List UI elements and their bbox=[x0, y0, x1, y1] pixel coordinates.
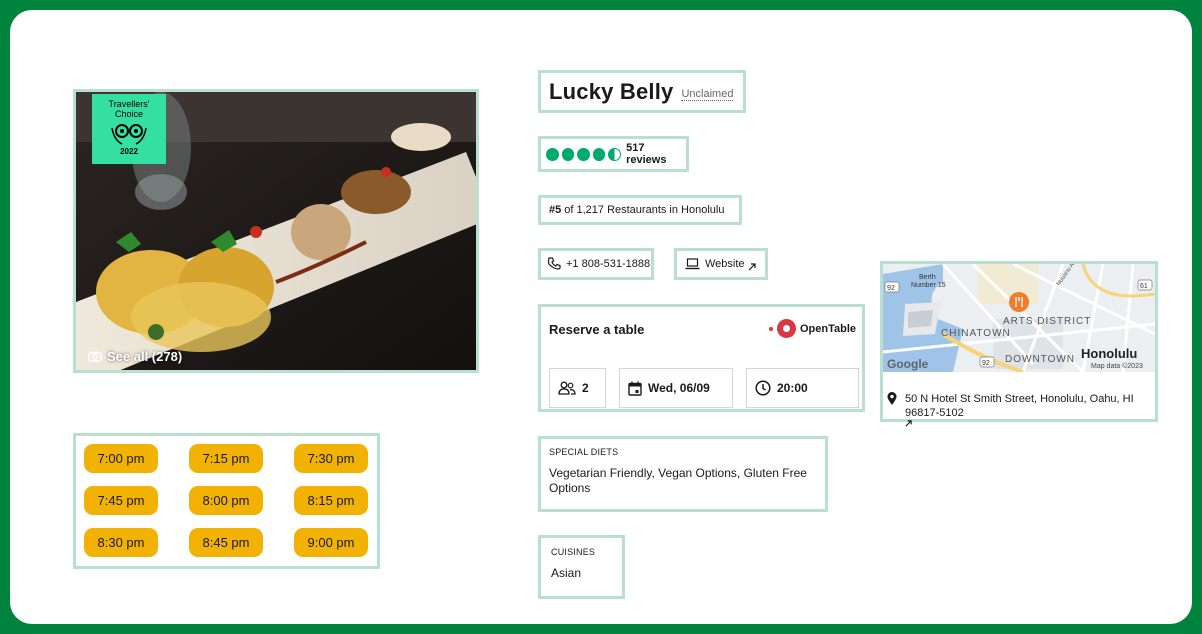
map-label-google: Google bbox=[887, 357, 929, 371]
laptop-icon bbox=[685, 258, 700, 270]
map-label-mapdata: Map data ©2023 bbox=[1091, 362, 1143, 370]
address-link[interactable]: 50 N Hotel St Smith Street, Honolulu, Oa… bbox=[887, 392, 1134, 427]
time-slot-button[interactable]: 9:00 pm bbox=[294, 528, 368, 557]
date-value: Wed, 06/09 bbox=[648, 381, 710, 395]
time-slot-button[interactable]: 7:00 pm bbox=[84, 444, 158, 473]
time-slot-button[interactable]: 7:15 pm bbox=[189, 444, 263, 473]
see-all-label: See all (278) bbox=[107, 349, 183, 364]
rating-bubble-icon bbox=[546, 147, 559, 161]
people-icon bbox=[558, 381, 576, 395]
cuisines-value: Asian bbox=[551, 566, 582, 580]
review-count: 517 reviews bbox=[626, 142, 667, 166]
party-size-selector[interactable]: 2 bbox=[549, 368, 606, 408]
camera-icon bbox=[88, 351, 102, 362]
see-all-photos-link[interactable]: See all (278) bbox=[88, 349, 182, 364]
restaurant-photo[interactable]: Travellers' Choice 2022 See all (278) bbox=[73, 89, 479, 373]
calendar-icon bbox=[628, 381, 642, 396]
external-link-icon bbox=[905, 420, 912, 427]
phone-link[interactable]: +1 808-531-1888 bbox=[538, 248, 654, 280]
time-slots-panel: 7:00 pm 7:15 pm 7:30 pm 7:45 pm 8:00 pm … bbox=[73, 433, 380, 569]
map-label-arts: ARTS DISTRICT bbox=[1003, 316, 1091, 327]
time-slot-button[interactable]: 7:30 pm bbox=[294, 444, 368, 473]
rating-bubble-icon bbox=[592, 147, 606, 161]
map-label-number: Number 15 bbox=[911, 282, 946, 289]
phone-icon bbox=[547, 257, 561, 270]
clock-icon bbox=[755, 380, 771, 396]
map-route-92-bottom: 92 bbox=[982, 360, 990, 367]
rating-half-bubble-icon bbox=[608, 147, 622, 161]
badge-line2: Choice bbox=[114, 109, 143, 119]
rank-number: #5 bbox=[549, 204, 562, 216]
ranking[interactable]: #5 of 1,217 Restaurants in Honolulu bbox=[538, 195, 742, 225]
special-diets-value: Vegetarian Friendly, Vegan Options, Glut… bbox=[549, 466, 807, 495]
reserve-title: Reserve a table bbox=[549, 322, 645, 337]
reserve-table-widget: Reserve a table OpenTable 2 Wed, 06/09 2… bbox=[538, 304, 865, 412]
rating-bubble-icon bbox=[561, 147, 575, 161]
travellers-choice-badge: Travellers' Choice 2022 bbox=[92, 94, 166, 164]
time-slot-button[interactable]: 7:45 pm bbox=[84, 486, 158, 515]
opentable-circle-icon bbox=[776, 319, 796, 338]
badge-year: 2022 bbox=[120, 147, 138, 156]
map-label-berth: Berth bbox=[919, 274, 936, 281]
special-diets-heading: SPECIAL DIETS bbox=[549, 447, 619, 457]
party-size-value: 2 bbox=[582, 381, 589, 395]
map-label-honolulu: Honolulu bbox=[1081, 346, 1137, 361]
website-link[interactable]: Website bbox=[674, 248, 768, 280]
time-value: 20:00 bbox=[777, 381, 808, 395]
map-route-61: 61 bbox=[1140, 283, 1148, 290]
time-slot-button[interactable]: 8:15 pm bbox=[294, 486, 368, 515]
claim-status-link[interactable]: Unclaimed bbox=[681, 88, 734, 101]
map-route-92-top: 92 bbox=[887, 285, 895, 292]
address-line1: 50 N Hotel St Smith Street, Honolulu, Oa… bbox=[905, 393, 1134, 405]
badge-line1: Travellers' bbox=[108, 99, 150, 109]
rating-bubble-icon bbox=[577, 147, 590, 161]
phone-number: +1 808-531-1888 bbox=[566, 258, 651, 270]
cuisines-section: CUISINES Asian bbox=[538, 535, 625, 599]
time-selector[interactable]: 20:00 bbox=[746, 368, 859, 408]
opentable-dot-icon bbox=[768, 326, 773, 331]
opentable-logo: OpenTable bbox=[768, 319, 856, 338]
time-slot-button[interactable]: 8:45 pm bbox=[189, 528, 263, 557]
cuisines-heading: CUISINES bbox=[551, 547, 596, 557]
date-selector[interactable]: Wed, 06/09 bbox=[619, 368, 733, 408]
external-link-icon bbox=[748, 262, 756, 270]
location-pin-icon bbox=[887, 392, 897, 405]
opentable-label: OpenTable bbox=[799, 322, 856, 335]
time-slot-button[interactable]: 8:30 pm bbox=[84, 528, 158, 557]
location-map[interactable]: Berth Number 15 ARTS DISTRICT CHINATOWN … bbox=[880, 261, 1158, 427]
rank-text: of 1,217 Restaurants in Honolulu bbox=[564, 204, 725, 216]
restaurant-header: Lucky Belly Unclaimed bbox=[538, 70, 746, 113]
special-diets-section: SPECIAL DIETS Vegetarian Friendly, Vegan… bbox=[538, 436, 828, 512]
rating-summary[interactable]: 517 reviews bbox=[538, 136, 689, 172]
owl-icon bbox=[111, 124, 147, 145]
time-slot-button[interactable]: 8:00 pm bbox=[189, 486, 263, 515]
website-label: Website bbox=[705, 258, 745, 270]
map-label-chinatown: CHINATOWN bbox=[941, 328, 1011, 339]
restaurant-name: Lucky Belly bbox=[549, 78, 674, 104]
address-line2: 96817-5102 bbox=[905, 407, 964, 419]
map-image[interactable]: Berth Number 15 ARTS DISTRICT CHINATOWN … bbox=[883, 264, 1155, 372]
map-label-downtown: DOWNTOWN bbox=[1005, 354, 1075, 365]
